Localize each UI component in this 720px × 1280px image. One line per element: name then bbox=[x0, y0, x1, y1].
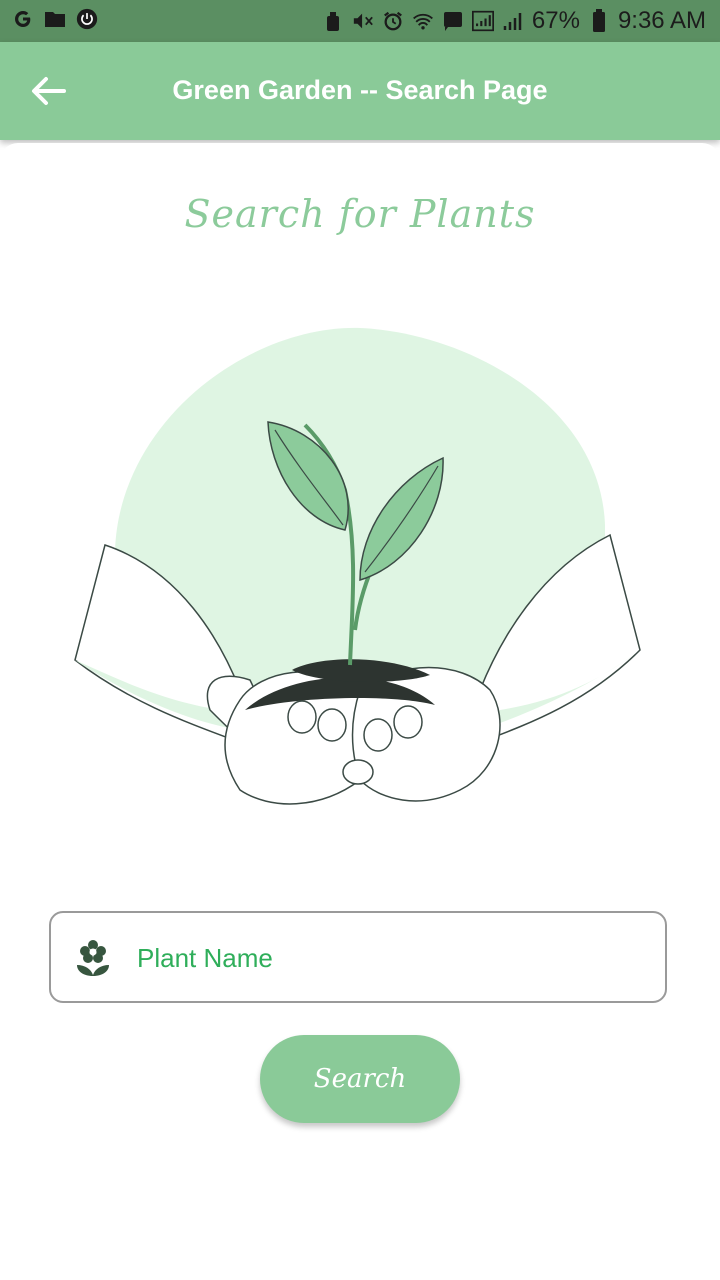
signal-bars-icon bbox=[502, 10, 524, 32]
search-heading: Search for Plants bbox=[184, 192, 536, 236]
status-bar: 67% 9:36 AM bbox=[0, 0, 720, 42]
lock-icon bbox=[322, 10, 344, 32]
plant-search-field[interactable] bbox=[49, 911, 667, 1003]
message-icon bbox=[442, 10, 464, 32]
wifi-icon bbox=[412, 10, 434, 32]
mute-icon bbox=[352, 10, 374, 32]
status-right-icons: 67% 9:36 AM bbox=[322, 7, 706, 35]
page-title: Green Garden -- Search Page bbox=[172, 75, 548, 105]
battery-percent: 67% bbox=[531, 7, 580, 34]
flower-icon bbox=[77, 940, 109, 976]
seedling-illustration bbox=[74, 327, 641, 805]
alarm-icon bbox=[382, 10, 404, 32]
plant-name-input[interactable] bbox=[135, 935, 639, 981]
power-icon bbox=[76, 8, 98, 30]
status-left-icons bbox=[12, 8, 98, 30]
google-icon bbox=[12, 8, 34, 30]
clock: 9:36 AM bbox=[617, 7, 706, 34]
signal-icon bbox=[471, 10, 494, 32]
search-button[interactable]: Search bbox=[260, 1035, 460, 1123]
app-bar: Green Garden -- Search Page bbox=[0, 42, 720, 140]
battery-icon bbox=[588, 9, 610, 32]
folder-icon bbox=[44, 8, 66, 30]
